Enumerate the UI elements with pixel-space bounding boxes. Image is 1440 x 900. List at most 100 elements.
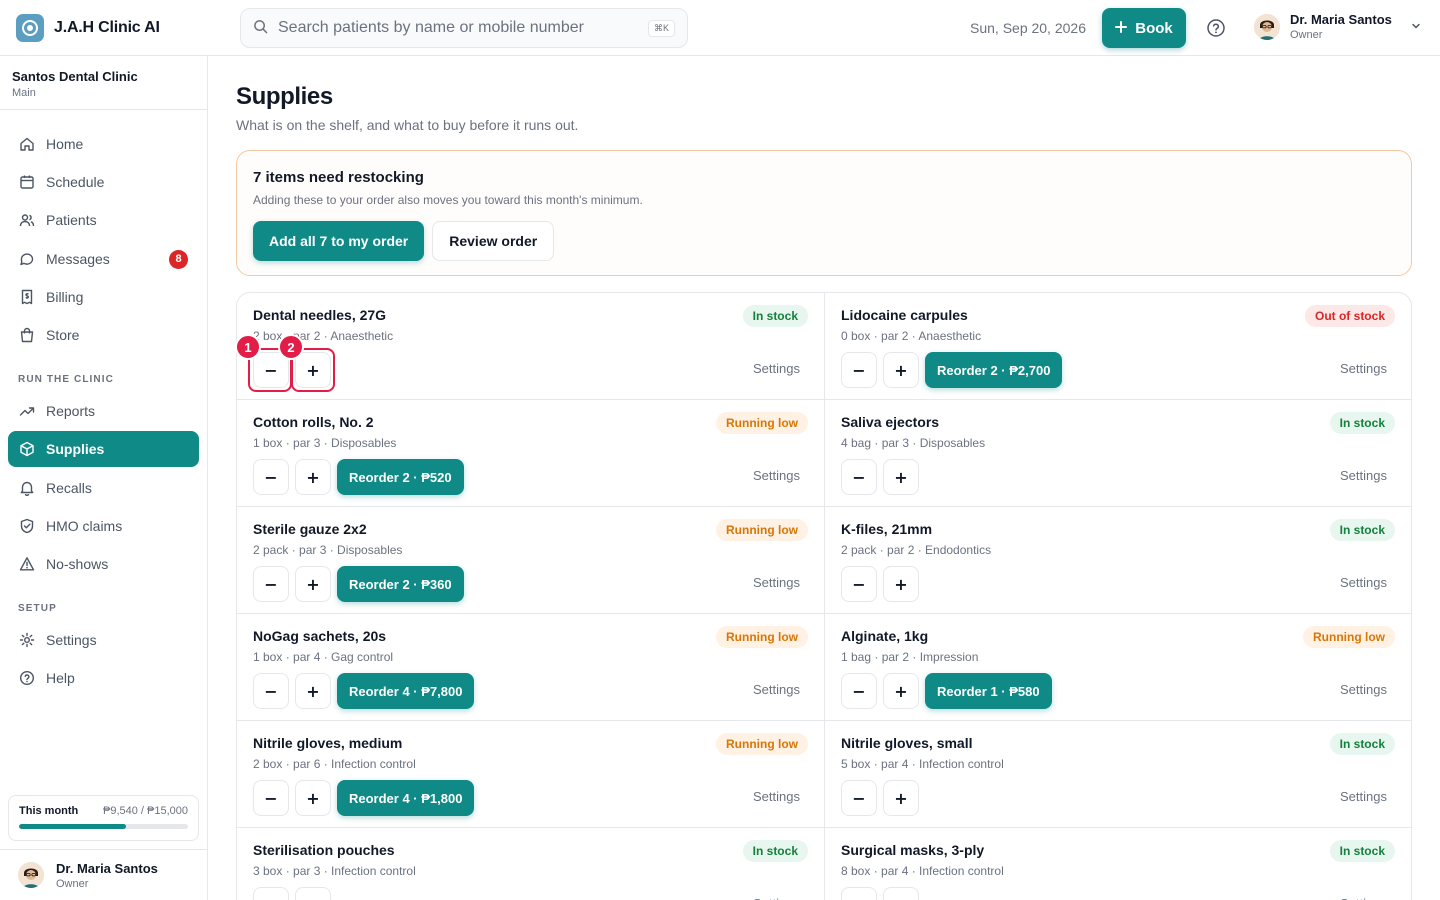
sidebar-item-supplies[interactable]: Supplies: [8, 431, 199, 468]
supply-meta: 8 box · par 4 · Infection control: [841, 864, 1004, 878]
supply-settings-link[interactable]: Settings: [1340, 361, 1387, 376]
sidebar-item-label: Settings: [46, 632, 97, 648]
clinic-switcher[interactable]: Santos Dental Clinic Main: [0, 56, 207, 110]
increment-button[interactable]: +: [295, 566, 331, 602]
increment-button[interactable]: +: [883, 887, 919, 900]
restock-banner: 7 items need restocking Adding these to …: [236, 150, 1412, 276]
sidebar-user-name: Dr. Maria Santos: [56, 860, 158, 876]
top-bar: J.A.H Clinic AI ⌘K Sun, Sep 20, 2026 Boo…: [0, 0, 1440, 56]
sidebar-item-reports[interactable]: Reports: [8, 393, 199, 429]
status-badge: Running low: [1303, 626, 1395, 648]
increment-button[interactable]: +: [883, 459, 919, 495]
status-badge: Running low: [716, 519, 808, 541]
supply-settings-link[interactable]: Settings: [753, 682, 800, 697]
bag-icon: [19, 327, 35, 343]
monthly-progress-bar: [19, 824, 188, 829]
sidebar-item-hmo-claims[interactable]: HMO claims: [8, 508, 199, 544]
decrement-button[interactable]: −: [253, 566, 289, 602]
decrement-button[interactable]: −: [253, 459, 289, 495]
decrement-button[interactable]: −: [841, 352, 877, 388]
main-content: Supplies What is on the shelf, and what …: [208, 56, 1440, 900]
supply-meta: 2 pack · par 2 · Endodontics: [841, 543, 992, 557]
increment-button[interactable]: +: [295, 459, 331, 495]
supply-settings-link[interactable]: Settings: [753, 361, 800, 376]
sidebar-item-settings[interactable]: Settings: [8, 622, 199, 658]
increment-button[interactable]: +: [295, 673, 331, 709]
supply-card: Nitrile gloves, small 5 box · par 4 · Inf…: [824, 721, 1411, 828]
decrement-button[interactable]: −: [841, 887, 877, 900]
supply-meta: 3 box · par 3 · Infection control: [253, 864, 416, 878]
sidebar-user[interactable]: Dr. Maria Santos Owner: [0, 849, 207, 900]
supply-settings-link[interactable]: Settings: [753, 468, 800, 483]
decrement-button[interactable]: −: [841, 566, 877, 602]
home-icon: [19, 136, 35, 152]
search-input[interactable]: [278, 19, 648, 37]
monthly-progress-fill: [19, 824, 127, 829]
sidebar-item-schedule[interactable]: Schedule: [8, 164, 199, 200]
decrement-button[interactable]: −: [841, 673, 877, 709]
sidebar-item-store[interactable]: Store: [8, 317, 199, 353]
sidebar-item-billing[interactable]: Billing: [8, 279, 199, 315]
supply-settings-link[interactable]: Settings: [1340, 468, 1387, 483]
supply-settings-link[interactable]: Settings: [1340, 682, 1387, 697]
brand[interactable]: J.A.H Clinic AI: [16, 14, 160, 42]
sidebar-item-messages[interactable]: Messages 8: [8, 241, 199, 277]
month-value: ₱9,540 / ₱15,000: [102, 805, 188, 817]
sidebar-item-label: Billing: [46, 288, 84, 305]
supply-settings-link[interactable]: Settings: [753, 896, 800, 900]
sidebar-item-recalls[interactable]: Recalls: [8, 470, 199, 506]
increment-button[interactable]: +: [883, 673, 919, 709]
supplies-row: Cotton rolls, No. 21 box · par 3 · Dispo…: [237, 400, 1411, 507]
supply-meta: 1 box · par 3 · Disposables: [253, 436, 397, 450]
chevron-down-icon[interactable]: [1410, 19, 1422, 35]
reorder-button[interactable]: Reorder 4 · ₱1,800: [337, 780, 475, 816]
increment-button[interactable]: +: [883, 352, 919, 388]
sidebar-item-patients[interactable]: Patients: [8, 202, 199, 238]
increment-button[interactable]: +: [883, 780, 919, 816]
app-root: J.A.H Clinic AI ⌘K Sun, Sep 20, 2026 Boo…: [0, 0, 1440, 900]
reorder-button[interactable]: Reorder 2 · ₱520: [337, 459, 464, 495]
decrement-button[interactable]: −: [253, 780, 289, 816]
decrement-button[interactable]: −: [253, 673, 289, 709]
increment-button[interactable]: +: [295, 780, 331, 816]
book-button[interactable]: Book: [1102, 8, 1186, 48]
supply-settings-link[interactable]: Settings: [753, 789, 800, 804]
supply-settings-link[interactable]: Settings: [753, 575, 800, 590]
increment-button[interactable]: +: [883, 566, 919, 602]
trend-icon: [19, 403, 35, 419]
status-badge: Running low: [716, 733, 808, 755]
reorder-button[interactable]: Reorder 4 · ₱7,800: [337, 673, 475, 709]
supplies-row: NoGag sachets, 20s 1 box · par 4 · Gag co…: [237, 614, 1411, 721]
clinic-branch: Main: [12, 87, 36, 99]
status-badge: In stock: [1329, 412, 1395, 434]
sidebar-item-label: Schedule: [46, 174, 105, 191]
search-bar[interactable]: ⌘K: [240, 8, 688, 48]
sidebar-item-no-shows[interactable]: No-shows: [8, 546, 199, 582]
supply-settings-link[interactable]: Settings: [1340, 896, 1387, 900]
users-icon: [19, 212, 35, 228]
add-all-to-order-button[interactable]: Add all 7 to my order: [253, 221, 425, 261]
supply-settings-link[interactable]: Settings: [1340, 575, 1387, 590]
help-icon: [19, 670, 35, 686]
avatar: [1254, 13, 1280, 40]
decrement-button[interactable]: −: [841, 459, 877, 495]
review-order-button[interactable]: Review order: [432, 221, 555, 261]
receipt-icon: [19, 289, 35, 305]
sidebar-item-help[interactable]: Help: [8, 660, 199, 696]
marker-number: 2: [278, 334, 304, 360]
sidebar-item-home[interactable]: Home: [8, 126, 199, 162]
quantity-stepper: − + Reorder 2 · ₱520: [253, 459, 464, 495]
user-menu[interactable]: Dr. Maria Santos Owner: [1254, 12, 1422, 41]
supply-settings-link[interactable]: Settings: [1340, 789, 1387, 804]
decrement-button[interactable]: −: [841, 780, 877, 816]
status-badge: In stock: [742, 305, 808, 327]
month-label: This month: [19, 805, 79, 817]
help-icon[interactable]: [1206, 18, 1226, 38]
decrement-button[interactable]: −: [253, 887, 289, 900]
reorder-button[interactable]: Reorder 1 · ₱580: [925, 673, 1052, 709]
reorder-button[interactable]: Reorder 2 · ₱2,700: [925, 352, 1063, 388]
reorder-button[interactable]: Reorder 2 · ₱360: [337, 566, 464, 602]
monthly-spend-card: This month ₱9,540 / ₱15,000: [8, 795, 199, 841]
supply-meta: 2 pack · par 3 · Disposables: [253, 543, 403, 557]
increment-button[interactable]: +: [295, 887, 331, 900]
